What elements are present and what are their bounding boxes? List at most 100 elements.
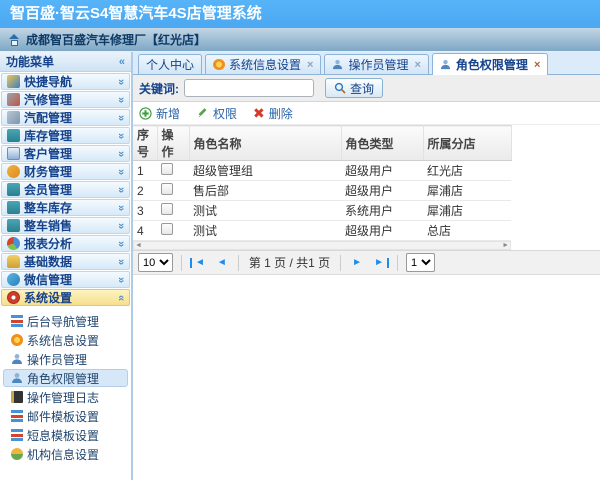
- gear-icon: [7, 291, 20, 304]
- tab-role-permission[interactable]: 角色权限管理 ×: [432, 53, 548, 75]
- wechat-globe-icon: [7, 273, 20, 286]
- sidebar-group-vehicle-sales[interactable]: 整车销售 »: [1, 217, 130, 234]
- table-row[interactable]: 1 超级管理组 超级用户 红光店: [133, 161, 511, 181]
- sidebar-group-system-settings[interactable]: 系统设置 «: [1, 289, 130, 306]
- header-role-type: 角色类型: [341, 126, 423, 161]
- person-icon: [11, 372, 23, 384]
- next-page-button[interactable]: ►: [349, 258, 365, 268]
- sidebar-header-label: 功能菜单: [6, 53, 54, 70]
- sidebar-group-member-mgmt[interactable]: 会员管理 »: [1, 181, 130, 198]
- close-tab-icon[interactable]: ×: [534, 59, 540, 71]
- sidebar-group-vehicle-stock[interactable]: 整车库存 »: [1, 199, 130, 216]
- add-button[interactable]: 新增: [139, 105, 180, 122]
- tab-personal-center[interactable]: 个人中心: [138, 54, 202, 74]
- submenu-item-system-info[interactable]: 系统信息设置: [3, 331, 128, 349]
- customer-card-icon: [7, 147, 20, 160]
- folder-icon: [7, 129, 20, 142]
- chevron-up-icon: «: [116, 294, 126, 300]
- chevron-down-icon: »: [116, 96, 126, 102]
- header-role-name: 角色名称: [189, 126, 341, 161]
- sidebar-group-repair-mgmt[interactable]: 汽修管理 »: [1, 91, 130, 108]
- sidebar-group-finance-mgmt[interactable]: 财务管理 »: [1, 163, 130, 180]
- submenu-item-sms-template[interactable]: 短息模板设置: [3, 426, 128, 444]
- sidebar-group-base-data[interactable]: 基础数据 »: [1, 253, 130, 270]
- close-tab-icon[interactable]: ×: [307, 59, 313, 71]
- pagination-bar: 10 ◄ ◄ 第 1 页 / 共1 页 ► ► 1: [133, 250, 600, 275]
- divider: [397, 255, 398, 271]
- org-globe-icon: [11, 448, 23, 460]
- delete-button[interactable]: ✖ 删除: [253, 105, 293, 122]
- app-title: 智百盛·智云S4智慧汽车4S店管理系统: [10, 5, 262, 22]
- sidebar-group-inventory-mgmt[interactable]: 库存管理 »: [1, 127, 130, 144]
- keyword-input[interactable]: [184, 79, 314, 97]
- row-checkbox[interactable]: [161, 223, 173, 235]
- chevron-down-icon: »: [116, 276, 126, 282]
- scroll-left-icon[interactable]: ◄: [135, 242, 142, 249]
- app-titlebar: 智百盛·智云S4智慧汽车4S店管理系统: [0, 0, 600, 28]
- sun-icon: [213, 59, 225, 70]
- add-plus-icon: [139, 107, 152, 120]
- submenu-item-org-info[interactable]: 机构信息设置: [3, 445, 128, 463]
- delete-x-icon: ✖: [253, 107, 265, 119]
- table-row[interactable]: 3 测试 系统用户 犀浦店: [133, 201, 511, 221]
- tab-operator-mgmt[interactable]: 操作员管理 ×: [324, 54, 428, 74]
- database-icon: [7, 255, 20, 268]
- main-panel: 个人中心 系统信息设置 × 操作员管理 × 角色权限管理 ×: [133, 52, 600, 480]
- page-size-select[interactable]: 10: [138, 253, 173, 272]
- submenu-item-operator-mgmt[interactable]: 操作员管理: [3, 350, 128, 368]
- chevron-down-icon: »: [116, 186, 126, 192]
- last-page-button[interactable]: ►: [371, 258, 389, 268]
- divider: [340, 255, 341, 271]
- sidebar-group-quick-nav[interactable]: 快捷导航 »: [1, 73, 130, 90]
- row-checkbox[interactable]: [161, 203, 173, 215]
- query-button[interactable]: 查询: [325, 78, 383, 98]
- divider: [238, 255, 239, 271]
- submenu-item-role-permission[interactable]: 角色权限管理: [3, 369, 128, 387]
- content-filler: [133, 275, 600, 480]
- header-branch: 所属分店: [423, 126, 511, 161]
- sidebar-group-parts-mgmt[interactable]: 汽配管理 »: [1, 109, 130, 126]
- chevron-down-icon: »: [116, 78, 126, 84]
- horizontal-scrollbar[interactable]: ◄ ►: [133, 241, 511, 250]
- sidebar-group-customer-mgmt[interactable]: 客户管理 »: [1, 145, 130, 162]
- collapse-sidebar-icon[interactable]: «: [119, 57, 125, 67]
- keyword-label: 关键词:: [139, 80, 179, 97]
- scroll-right-icon[interactable]: ►: [502, 242, 509, 249]
- submenu-item-operation-log[interactable]: 操作管理日志: [3, 388, 128, 406]
- header-operation: 操作: [157, 126, 189, 161]
- store-bar: 成都智百盛汽车修理厂【红光店】: [0, 28, 600, 52]
- store-name: 成都智百盛汽车修理厂【红光店】: [26, 31, 206, 48]
- chevron-down-icon: »: [116, 168, 126, 174]
- system-settings-submenu: 后台导航管理 系统信息设置 操作员管理 角色权限管理 操作管理日志: [0, 306, 131, 480]
- first-page-button[interactable]: ◄: [190, 258, 208, 268]
- sun-icon: [11, 334, 23, 346]
- quick-nav-icon: [7, 75, 20, 88]
- submenu-item-email-template[interactable]: 邮件模板设置: [3, 407, 128, 425]
- chevron-down-icon: »: [116, 204, 126, 210]
- person-icon: [11, 353, 23, 365]
- chevron-down-icon: »: [116, 132, 126, 138]
- submenu-item-backend-nav[interactable]: 后台导航管理: [3, 312, 128, 330]
- sliders-icon: [11, 315, 23, 327]
- sliders-icon: [11, 410, 23, 422]
- close-tab-icon[interactable]: ×: [414, 59, 420, 71]
- search-row: 关键词: 查询: [133, 75, 600, 102]
- tab-system-info[interactable]: 系统信息设置 ×: [205, 54, 321, 74]
- chevron-down-icon: »: [116, 114, 126, 120]
- sidebar-group-report-analysis[interactable]: 报表分析 »: [1, 235, 130, 252]
- table-row[interactable]: 2 售后部 超级用户 犀浦店: [133, 181, 511, 201]
- row-checkbox[interactable]: [161, 163, 173, 175]
- prev-page-button[interactable]: ◄: [214, 258, 230, 268]
- page-number-select[interactable]: 1: [406, 253, 435, 272]
- table-row[interactable]: 4 测试 超级用户 总店: [133, 221, 511, 241]
- tools-icon: [7, 93, 20, 106]
- sidebar-header: 功能菜单 «: [0, 52, 131, 72]
- chevron-down-icon: »: [116, 222, 126, 228]
- permission-button[interactable]: 权限: [196, 105, 237, 122]
- row-checkbox[interactable]: [161, 183, 173, 195]
- roles-table: 序号 操作 角色名称 角色类型 所属分店 1 超级管理组 超级用户 红光店 2: [133, 125, 512, 241]
- header-seq: 序号: [133, 126, 157, 161]
- parts-box-icon: [7, 111, 20, 124]
- sidebar-group-wechat-mgmt[interactable]: 微信管理 »: [1, 271, 130, 288]
- home-icon: [8, 34, 21, 46]
